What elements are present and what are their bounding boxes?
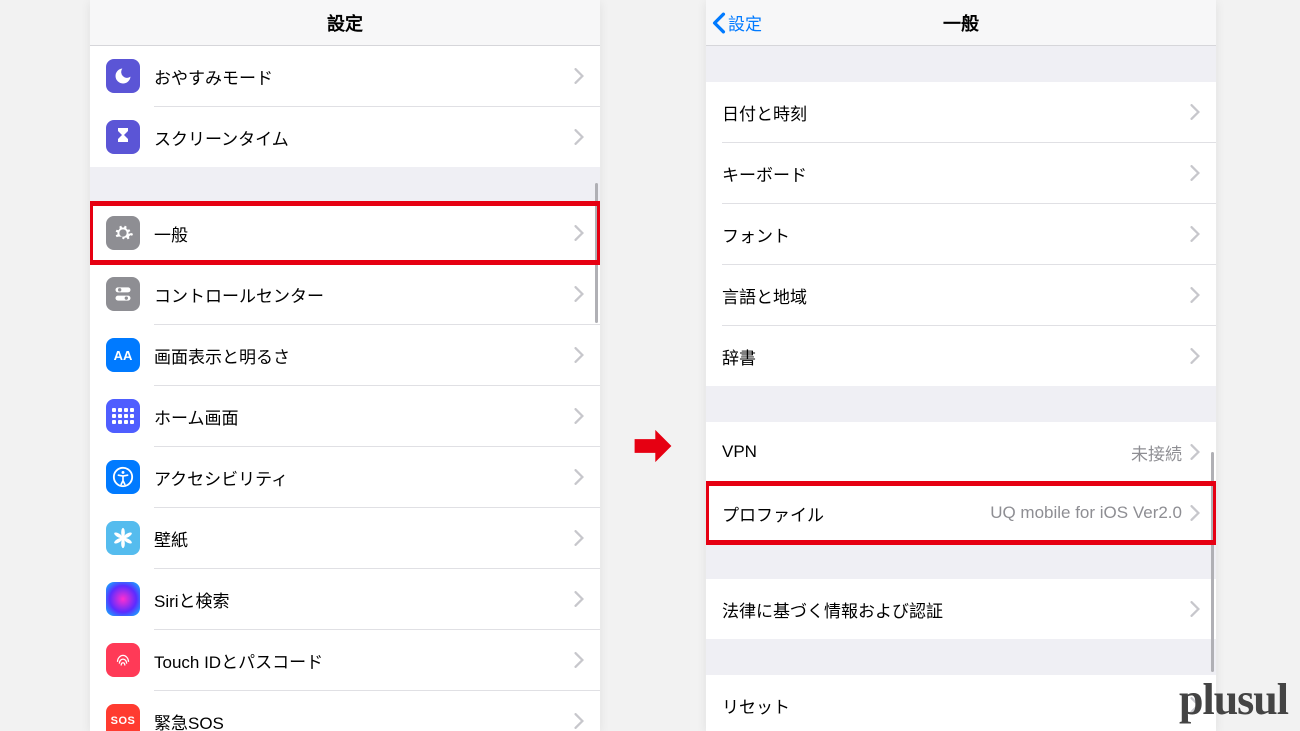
row-display-brightness[interactable]: AA 画面表示と明るさ (90, 325, 600, 385)
row-label: 緊急SOS (154, 709, 574, 731)
row-label: フォント (722, 222, 1190, 247)
back-label: 設定 (728, 10, 762, 35)
row-keyboard[interactable]: キーボード (706, 143, 1216, 203)
chevron-right-icon (1190, 104, 1200, 120)
chevron-right-icon (574, 129, 584, 145)
row-profile[interactable]: プロファイル UQ mobile for iOS Ver2.0 (706, 483, 1216, 543)
row-touch-id-passcode[interactable]: Touch IDとパスコード (90, 630, 600, 690)
row-label: VPN (722, 442, 1131, 462)
row-vpn[interactable]: VPN 未接続 (706, 422, 1216, 482)
row-label: 言語と地域 (722, 283, 1190, 308)
row-label: スクリーンタイム (154, 125, 574, 150)
row-accessibility[interactable]: アクセシビリティ (90, 447, 600, 507)
chevron-right-icon (1190, 601, 1200, 617)
chevron-right-icon (574, 408, 584, 424)
row-label: 法律に基づく情報および認証 (722, 597, 1190, 622)
chevron-right-icon (574, 286, 584, 302)
row-value: 未接続 (1131, 440, 1182, 465)
chevron-right-icon (574, 225, 584, 241)
row-language-region[interactable]: 言語と地域 (706, 265, 1216, 325)
moon-icon (106, 59, 140, 93)
switches-icon (106, 277, 140, 311)
chevron-right-icon (1190, 226, 1200, 242)
general-screen: 設定 一般 日付と時刻 キーボード フォント 言語と地域 (706, 0, 1216, 731)
row-label: 壁紙 (154, 526, 574, 551)
chevron-right-icon (574, 652, 584, 668)
row-label: Touch IDとパスコード (154, 648, 574, 673)
row-label: おやすみモード (154, 64, 574, 89)
nav-bar: 設定 一般 (706, 0, 1216, 46)
chevron-right-icon (1190, 505, 1200, 521)
arrow-right-icon (630, 423, 676, 469)
chevron-right-icon (574, 713, 584, 729)
chevron-right-icon (1190, 165, 1200, 181)
row-value: UQ mobile for iOS Ver2.0 (990, 503, 1182, 523)
row-fonts[interactable]: フォント (706, 204, 1216, 264)
row-label: キーボード (722, 161, 1190, 186)
aa-icon: AA (106, 338, 140, 372)
settings-screen: 設定 おやすみモード スクリーンタイム (90, 0, 600, 731)
row-siri-search[interactable]: Siriと検索 (90, 569, 600, 629)
chevron-right-icon (574, 68, 584, 84)
row-label: Siriと検索 (154, 587, 574, 612)
chevron-right-icon (1190, 348, 1200, 364)
fingerprint-icon (106, 643, 140, 677)
row-dictionary[interactable]: 辞書 (706, 326, 1216, 386)
row-label: プロファイル (722, 501, 990, 526)
row-label: ホーム画面 (154, 404, 574, 429)
row-do-not-disturb[interactable]: おやすみモード (90, 46, 600, 106)
chevron-right-icon (574, 530, 584, 546)
row-legal-certifications[interactable]: 法律に基づく情報および認証 (706, 579, 1216, 639)
row-wallpaper[interactable]: 壁紙 (90, 508, 600, 568)
sos-icon: SOS (106, 704, 140, 731)
page-title: 設定 (327, 10, 363, 36)
row-label: 辞書 (722, 344, 1190, 369)
accessibility-icon (106, 460, 140, 494)
row-label: リセット (722, 693, 1190, 718)
row-label: 画面表示と明るさ (154, 343, 574, 368)
apps-grid-icon (106, 399, 140, 433)
row-emergency-sos[interactable]: SOS 緊急SOS (90, 691, 600, 731)
row-reset[interactable]: リセット (706, 675, 1216, 731)
hourglass-icon (106, 120, 140, 154)
chevron-right-icon (574, 347, 584, 363)
row-label: アクセシビリティ (154, 465, 574, 490)
row-label: 一般 (154, 221, 574, 246)
row-screen-time[interactable]: スクリーンタイム (90, 107, 600, 167)
gear-icon (106, 216, 140, 250)
back-button[interactable]: 設定 (712, 0, 762, 45)
row-label: コントロールセンター (154, 282, 574, 307)
row-control-center[interactable]: コントロールセンター (90, 264, 600, 324)
nav-bar: 設定 (90, 0, 600, 46)
row-date-time[interactable]: 日付と時刻 (706, 82, 1216, 142)
chevron-right-icon (1190, 697, 1200, 713)
siri-icon (106, 582, 140, 616)
chevron-right-icon (574, 469, 584, 485)
row-home-screen[interactable]: ホーム画面 (90, 386, 600, 446)
row-label: 日付と時刻 (722, 100, 1190, 125)
page-title: 一般 (943, 10, 979, 36)
chevron-right-icon (1190, 444, 1200, 460)
row-general[interactable]: 一般 (90, 203, 600, 263)
flower-icon (106, 521, 140, 555)
chevron-right-icon (574, 591, 584, 607)
chevron-right-icon (1190, 287, 1200, 303)
